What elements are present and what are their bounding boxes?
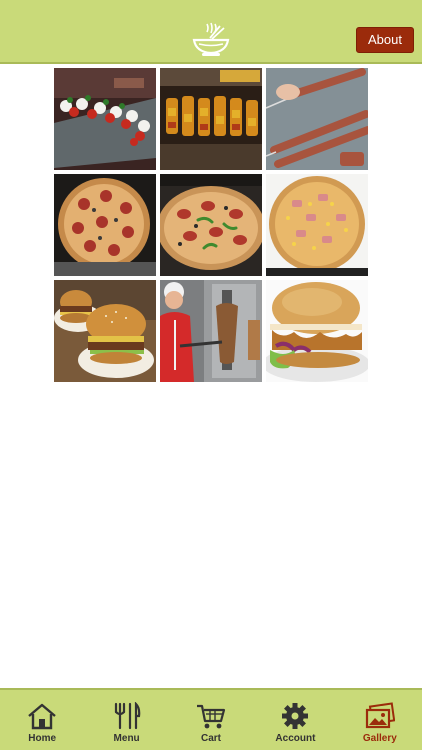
cutlery-icon [114,702,140,730]
tab-label-account: Account [275,733,316,744]
two-burgers-photo[interactable] [54,280,156,382]
photo-gallery-grid [54,68,368,382]
top-bar: About [0,0,422,64]
tab-label-gallery: Gallery [362,733,397,744]
tab-label-cart: Cart [201,733,222,744]
tab-menu[interactable]: Menu [84,690,168,750]
tab-gallery[interactable]: Gallery [338,690,422,750]
gear-icon [282,703,309,729]
tab-cart[interactable]: Cart [169,690,253,750]
pepperoni-pizza-photo[interactable] [54,174,156,276]
noodle-bowl-icon [192,22,230,56]
about-button[interactable]: About [356,27,414,53]
tab-home[interactable]: Home [0,690,84,750]
caprese-skewers-photo[interactable] [54,68,156,170]
bottom-tab-bar: Home Menu Cart Account Gallery [0,688,422,750]
tab-account[interactable]: Account [253,690,337,750]
tab-label-home: Home [28,733,57,744]
chicken-kebab-skewers-photo[interactable] [160,68,262,170]
kofta-kebab-skewers-photo[interactable] [266,68,368,170]
chef-doner-photo[interactable] [160,280,262,382]
cart-icon [197,704,226,729]
chicken-burger-photo[interactable] [266,280,368,382]
tab-label-menu: Menu [113,733,140,744]
pepperoni-pepper-pizza-photo[interactable] [160,174,262,276]
gallery-icon [365,702,395,729]
ham-corn-pizza-photo[interactable] [266,174,368,276]
home-icon [28,703,56,730]
